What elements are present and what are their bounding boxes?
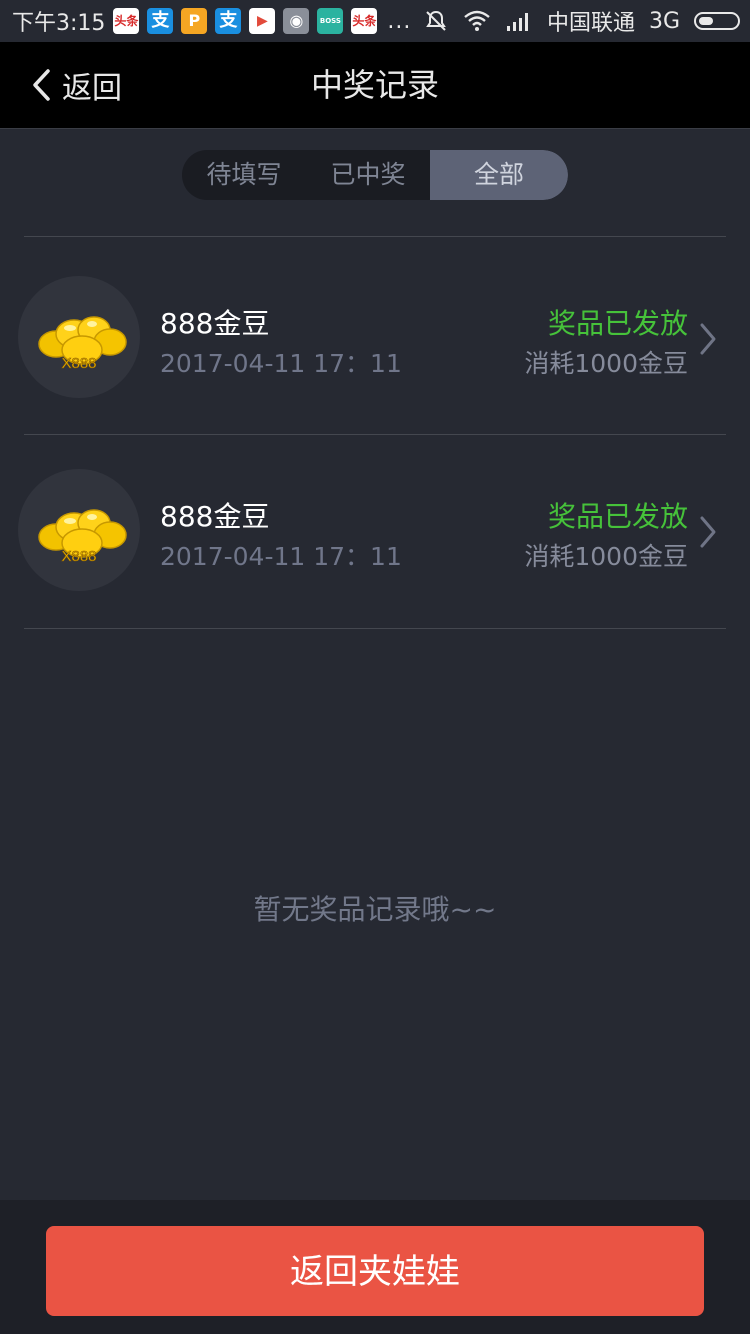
toutiao-icon: 头条 bbox=[113, 8, 140, 34]
divider bbox=[24, 434, 726, 435]
alipay-icon: 支 bbox=[147, 8, 174, 34]
chevron-left-icon bbox=[33, 69, 50, 101]
boss-zhipin-icon: BOSS bbox=[317, 8, 344, 34]
return-to-claw-button[interactable]: 返回夹娃娃 bbox=[46, 1226, 704, 1316]
carrier-name: 中国联通 bbox=[546, 11, 635, 36]
record-status: 奖品已发放 bbox=[547, 500, 688, 533]
record-row[interactable]: X888 888金豆 2017-04-11 17：11 奖品已发放 消耗1000… bbox=[0, 465, 750, 595]
mute-bell-icon bbox=[426, 10, 446, 31]
gray-app-icon: ◉ bbox=[283, 8, 310, 34]
status-time: 下午3:15 bbox=[12, 11, 106, 36]
chevron-right-icon bbox=[700, 323, 716, 355]
gold-beans-badge: X888 bbox=[61, 355, 96, 372]
tab-all[interactable]: 全部 bbox=[430, 150, 568, 200]
back-button[interactable]: 返回 bbox=[30, 42, 122, 128]
empty-records-message: 暂无奖品记录哦~~ bbox=[253, 893, 497, 926]
alipay-icon-2: 支 bbox=[215, 8, 242, 34]
gold-beans-icon: X888 bbox=[38, 316, 127, 372]
tab-pending[interactable]: 待填写 bbox=[182, 150, 306, 200]
orange-app-icon: P bbox=[181, 8, 208, 34]
wifi-icon bbox=[464, 10, 490, 31]
divider bbox=[24, 628, 726, 629]
network-type: 3G bbox=[648, 8, 680, 34]
divider bbox=[24, 236, 726, 237]
record-cost: 消耗1000金豆 bbox=[524, 349, 688, 378]
record-time: 2017-04-11 17：11 bbox=[160, 542, 402, 571]
play-store-icon: ▶ bbox=[249, 8, 276, 34]
gold-beans-badge: X888 bbox=[61, 548, 96, 565]
battery-icon bbox=[694, 12, 740, 30]
more-notifications-dots: ... bbox=[387, 8, 412, 34]
record-time: 2017-04-11 17：11 bbox=[160, 349, 402, 378]
record-row[interactable]: X888 888金豆 2017-04-11 17：11 奖品已发放 消耗1000… bbox=[0, 272, 750, 402]
gold-beans-icon: X888 bbox=[38, 509, 127, 565]
chevron-right-icon bbox=[700, 516, 716, 548]
toutiao-icon-2: 头条 bbox=[351, 8, 378, 34]
back-label: 返回 bbox=[62, 71, 122, 106]
signal-icon bbox=[506, 13, 528, 31]
gold-beans-avatar: X888 bbox=[18, 469, 140, 591]
gold-beans-avatar: X888 bbox=[18, 276, 140, 398]
record-name: 888金豆 bbox=[160, 500, 270, 533]
navigation-header: 返回 中奖记录 bbox=[0, 42, 750, 129]
record-name: 888金豆 bbox=[160, 307, 270, 340]
bottom-bar: 返回夹娃娃 bbox=[0, 1200, 750, 1334]
status-right: 中国联通 3G bbox=[423, 0, 740, 42]
filter-tabs: 待填写 已中奖 全部 bbox=[182, 150, 568, 200]
tab-won[interactable]: 已中奖 bbox=[306, 150, 430, 200]
status-bar: 下午3:15 头条 支 P 支 ▶ ◉ BOSS 头条 ... 中国联通 3G bbox=[0, 0, 750, 42]
record-status: 奖品已发放 bbox=[547, 307, 688, 340]
record-cost: 消耗1000金豆 bbox=[524, 542, 688, 571]
